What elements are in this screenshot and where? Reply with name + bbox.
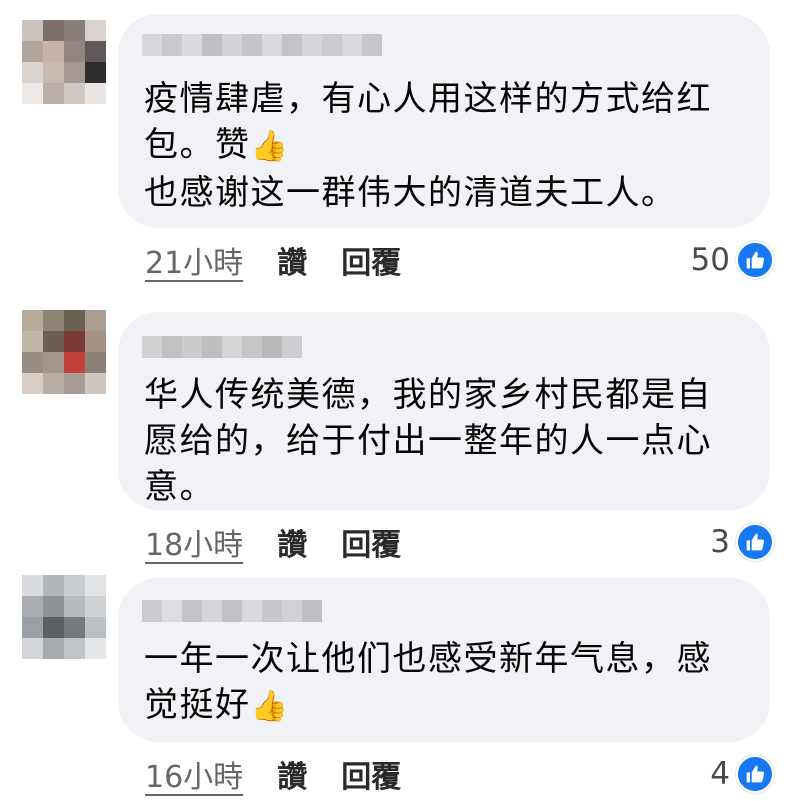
reaction-number: 50 [690, 242, 730, 278]
reaction-count[interactable]: 50 [691, 240, 774, 280]
comment-text: 一年一次让他们也感受新年气息，感 觉挺好👍 [144, 639, 712, 725]
commenter-name-blurred[interactable] [142, 34, 382, 56]
like-button[interactable]: 讚 [277, 238, 307, 282]
comment-bubble: 疫情肆虐，有心人用这样的方式给红 包。赞👍 也感谢这一群伟大的清道夫工人。 [118, 14, 770, 228]
commenter-name-blurred[interactable] [142, 336, 302, 358]
like-icon [736, 755, 774, 793]
like-button[interactable]: 讚 [277, 752, 307, 796]
avatar[interactable] [22, 20, 106, 104]
like-icon [736, 523, 774, 561]
comment-actions: 21小時 讚 回覆 [145, 238, 401, 282]
comment-text: 疫情肆虐，有心人用这样的方式给红 包。赞👍 也感谢这一群伟大的清道夫工人。 [144, 79, 712, 213]
like-icon [736, 241, 774, 279]
commenter-name-blurred[interactable] [142, 600, 322, 622]
avatar[interactable] [22, 575, 106, 659]
reaction-count[interactable]: 3 [710, 522, 774, 562]
comment-actions: 18小時 讚 回覆 [145, 520, 401, 564]
thumbs-up-icon: 👍 [250, 129, 290, 164]
comment-timestamp[interactable]: 18小時 [145, 520, 243, 564]
like-button[interactable]: 讚 [277, 520, 307, 564]
comment-bubble: 一年一次让他们也感受新年气息，感 觉挺好👍 [118, 578, 770, 742]
comment-actions: 16小時 讚 回覆 [145, 752, 401, 796]
comment-timestamp[interactable]: 21小時 [145, 238, 243, 282]
thumbs-up-icon: 👍 [250, 689, 290, 724]
reaction-count[interactable]: 4 [710, 754, 774, 794]
reply-button[interactable]: 回覆 [341, 752, 401, 796]
avatar[interactable] [22, 310, 106, 394]
reaction-number: 3 [710, 524, 730, 560]
comment-timestamp[interactable]: 16小時 [145, 752, 243, 796]
reaction-number: 4 [710, 756, 730, 792]
comment-bubble: 华人传统美德，我的家乡村民都是自 愿给的，给于付出一整年的人一点心 意。 [118, 312, 770, 510]
reply-button[interactable]: 回覆 [341, 238, 401, 282]
comment-text: 华人传统美德，我的家乡村民都是自 愿给的，给于付出一整年的人一点心 意。 [144, 375, 712, 507]
reply-button[interactable]: 回覆 [341, 520, 401, 564]
